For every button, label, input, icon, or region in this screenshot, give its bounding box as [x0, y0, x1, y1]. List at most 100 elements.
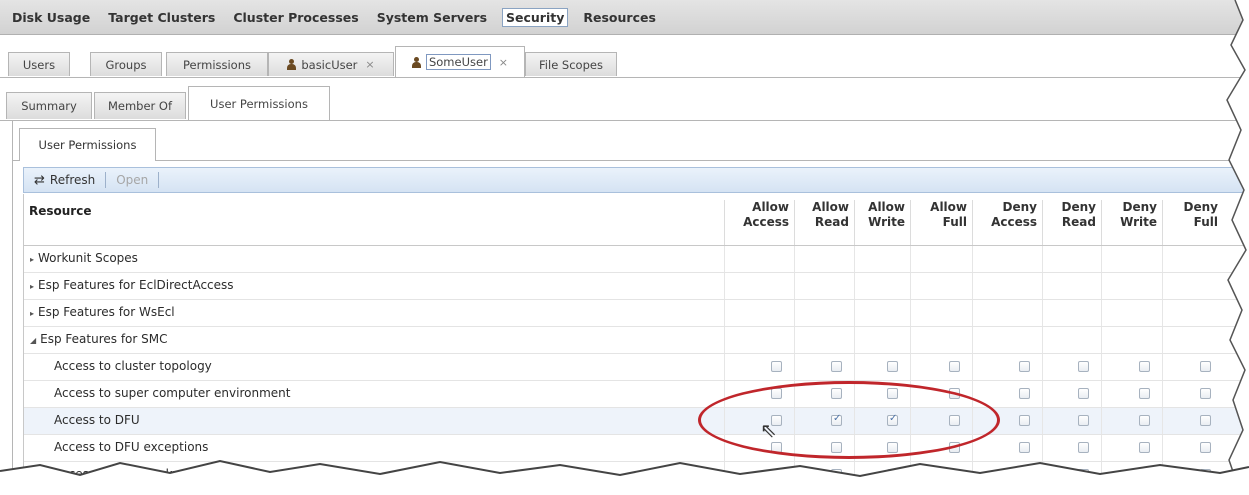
tab-permissions[interactable]: Permissions [166, 52, 268, 76]
grid-cell [1101, 300, 1162, 326]
menu-system-servers[interactable]: System Servers [374, 9, 490, 26]
deny-full-checkbox[interactable] [1200, 388, 1211, 399]
group-label[interactable]: ▸ Workunit Scopes [30, 251, 138, 265]
deny-write-checkbox[interactable] [1139, 415, 1150, 426]
table-row[interactable]: Access to super computer environment [24, 381, 1249, 408]
close-icon[interactable]: × [365, 58, 374, 71]
menu-target-clusters[interactable]: Target Clusters [105, 9, 218, 26]
grid-body: ▸ Workunit Scopes ▸ Esp Features for EclDir… [24, 246, 1249, 489]
row-text: Esp Features for WsEcl [38, 305, 175, 319]
allow-write-checkbox[interactable] [887, 361, 898, 372]
deny-full-checkbox[interactable] [1200, 361, 1211, 372]
grid-cell [1042, 408, 1101, 434]
grid-cell [794, 246, 854, 272]
grid-cell [1162, 300, 1223, 326]
security-tab-bar: Users Groups Permissions basicUser × Som… [0, 44, 1249, 78]
column-header-allow-access[interactable]: Allow Access [724, 200, 794, 245]
grid-cell [794, 273, 854, 299]
deny-full-checkbox[interactable] [1200, 442, 1211, 453]
grid-cell [972, 300, 1042, 326]
deny-write-checkbox[interactable] [1139, 442, 1150, 453]
group-row[interactable]: ◢ Esp Features for SMC [24, 327, 1249, 354]
grid-cell [1162, 273, 1223, 299]
torn-edge-right [1226, 0, 1249, 495]
tab-groups[interactable]: Groups [90, 52, 162, 76]
menu-cluster-processes[interactable]: Cluster Processes [230, 9, 361, 26]
deny-read-checkbox[interactable] [1078, 388, 1089, 399]
group-label[interactable]: ◢ Esp Features for SMC [30, 332, 168, 346]
tab-some-user[interactable]: SomeUser × [395, 46, 525, 77]
tab-user-permissions[interactable]: User Permissions [188, 86, 330, 120]
tab-users[interactable]: Users [8, 52, 70, 76]
allow-full-checkbox[interactable] [949, 361, 960, 372]
user-detail-tab-bar: Summary Member Of User Permissions [0, 82, 1249, 121]
open-label: Open [116, 173, 149, 187]
menu-disk-usage[interactable]: Disk Usage [9, 9, 93, 26]
deny-full-checkbox[interactable] [1200, 415, 1211, 426]
column-header-deny-access[interactable]: Deny Access [972, 200, 1042, 245]
grid-cell [724, 246, 794, 272]
deny-access-checkbox[interactable] [1019, 388, 1030, 399]
grid-cell [1042, 246, 1101, 272]
column-header-line: Access [743, 215, 789, 229]
tab-summary-label: Summary [21, 99, 77, 113]
column-header-allow-read[interactable]: Allow Read [794, 200, 854, 245]
row-text: Access to DFU exceptions [54, 440, 209, 454]
permissions-grid: Resource Allow Access Allow Read Allow Write A… [23, 194, 1249, 489]
refresh-icon: ⇄ [34, 172, 45, 188]
expand-triangle-icon[interactable]: ▸ [30, 282, 34, 291]
tab-some-user-label: SomeUser [425, 54, 491, 70]
allow-access-checkbox[interactable] [771, 361, 782, 372]
table-row[interactable]: Access to DFU [24, 408, 1249, 435]
deny-access-checkbox[interactable] [1019, 361, 1030, 372]
deny-read-checkbox[interactable] [1078, 361, 1089, 372]
menu-security[interactable]: Security [502, 7, 569, 27]
column-header-line: Deny [1122, 200, 1157, 214]
grid-cell [1101, 408, 1162, 434]
tab-permissions-label: Permissions [182, 57, 252, 72]
open-button[interactable]: Open [106, 173, 158, 187]
expand-triangle-icon[interactable]: ▸ [30, 309, 34, 318]
row-text: Access to cluster topology [54, 359, 212, 373]
grid-cell [1162, 408, 1223, 434]
menu-resources[interactable]: Resources [580, 9, 659, 26]
column-header-allow-write[interactable]: Allow Write [854, 200, 910, 245]
collapse-triangle-icon[interactable]: ◢ [30, 336, 36, 345]
deny-access-checkbox[interactable] [1019, 442, 1030, 453]
annotation-oval [698, 381, 1000, 459]
column-header-deny-full[interactable]: Deny Full [1162, 200, 1223, 245]
close-icon[interactable]: × [499, 56, 508, 69]
grid-cell [1042, 273, 1101, 299]
column-header-deny-write[interactable]: Deny Write [1101, 200, 1162, 245]
tab-summary[interactable]: Summary [6, 92, 92, 119]
deny-access-checkbox[interactable] [1019, 415, 1030, 426]
group-label[interactable]: ▸ Esp Features for WsEcl [30, 305, 175, 319]
column-header-deny-read[interactable]: Deny Read [1042, 200, 1101, 245]
column-header-allow-full[interactable]: Allow Full [910, 200, 972, 245]
group-row[interactable]: ▸ Esp Features for WsEcl [24, 300, 1249, 327]
inner-tab-user-permissions[interactable]: User Permissions [19, 128, 156, 161]
allow-read-checkbox[interactable] [831, 361, 842, 372]
tab-file-scopes[interactable]: File Scopes [525, 52, 617, 76]
deny-read-checkbox[interactable] [1078, 442, 1089, 453]
group-row[interactable]: ▸ Workunit Scopes [24, 246, 1249, 273]
group-label[interactable]: ▸ Esp Features for EclDirectAccess [30, 278, 234, 292]
top-menu-bar: Disk Usage Target Clusters Cluster Proce… [0, 0, 1249, 35]
tab-basic-user-label: basicUser [301, 57, 358, 72]
tab-groups-label: Groups [105, 57, 147, 72]
refresh-button[interactable]: ⇄ Refresh [24, 173, 105, 188]
user-icon [411, 56, 421, 68]
expand-triangle-icon[interactable]: ▸ [30, 255, 34, 264]
grid-cell [794, 300, 854, 326]
deny-read-checkbox[interactable] [1078, 415, 1089, 426]
deny-write-checkbox[interactable] [1139, 361, 1150, 372]
column-header-resource[interactable]: Resource [29, 204, 91, 218]
grid-cell [1101, 273, 1162, 299]
table-row[interactable]: Access to cluster topology [24, 354, 1249, 381]
group-row[interactable]: ▸ Esp Features for EclDirectAccess [24, 273, 1249, 300]
deny-write-checkbox[interactable] [1139, 388, 1150, 399]
tab-member-of[interactable]: Member Of [94, 92, 186, 119]
grid-header: Resource Allow Access Allow Read Allow Write A… [24, 194, 1249, 246]
tab-basic-user[interactable]: basicUser × [268, 52, 394, 76]
column-header-line: Full [942, 215, 967, 229]
